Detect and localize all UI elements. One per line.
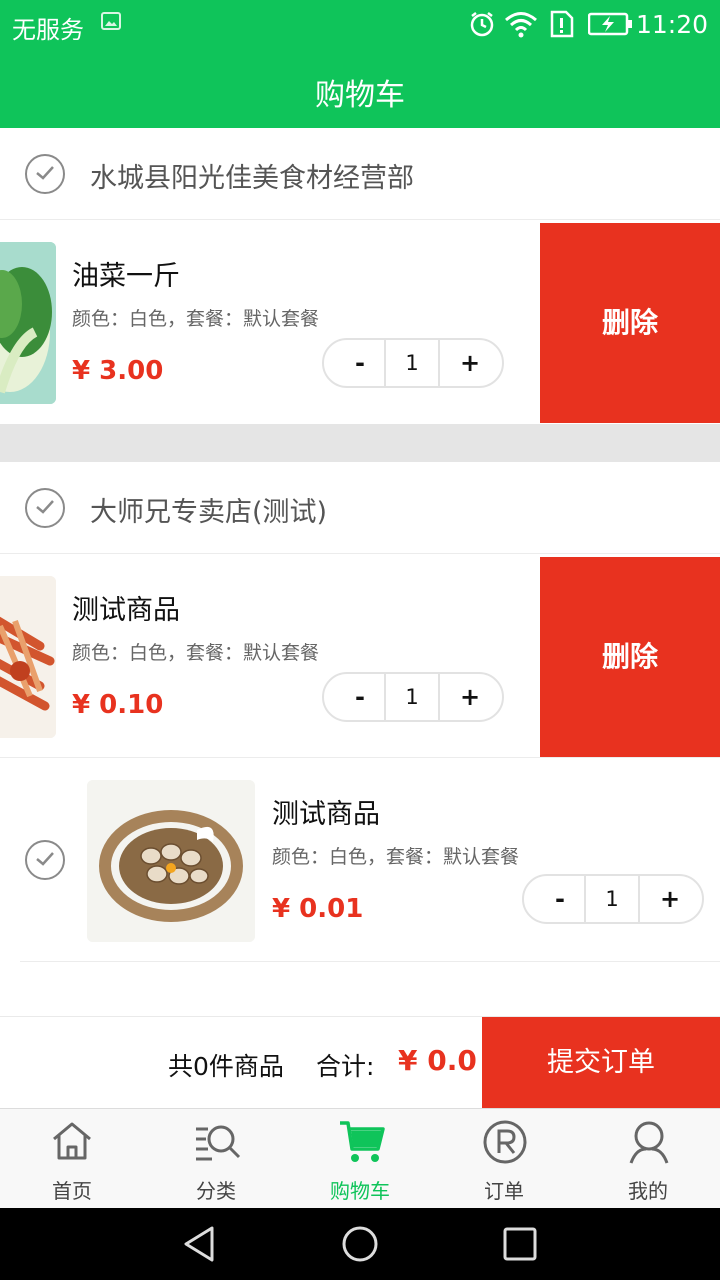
system-navigation-bar [0, 1208, 720, 1280]
quantity-stepper: - 1 + [322, 338, 504, 388]
store-header: 大师兄专卖店(测试) [0, 462, 720, 554]
decrease-button[interactable]: - [530, 876, 590, 922]
cart-item: 油菜一斤 颜色：白色，套餐：默认套餐 ¥ 3.00 - 1 + 删除 [0, 222, 720, 424]
product-spec: 颜色：白色，套餐：默认套餐 [72, 308, 320, 330]
delete-button[interactable]: 删除 [540, 223, 720, 423]
checkout-bar: 共0件商品 合计: ¥ 0.0 提交订单 [0, 1016, 720, 1109]
back-icon[interactable] [180, 1224, 220, 1268]
store-name: 大师兄专卖店(测试) [90, 497, 328, 528]
item-count: 共0件商品 [168, 1052, 284, 1081]
registered-icon [483, 1120, 527, 1164]
alarm-icon [468, 10, 496, 42]
product-spec: 颜色：白色，套餐：默认套餐 [72, 642, 320, 664]
item-select-checkbox[interactable] [25, 840, 65, 880]
tab-label: 分类 [196, 1179, 236, 1203]
page-title: 购物车 [315, 78, 405, 113]
decrease-button[interactable]: - [330, 340, 390, 386]
product-spec: 颜色：白色，套餐：默认套餐 [272, 846, 520, 868]
user-icon [629, 1121, 669, 1164]
wifi-icon [504, 10, 538, 42]
tab-label: 首页 [52, 1179, 92, 1203]
quantity-stepper: - 1 + [322, 672, 504, 722]
tab-label: 订单 [484, 1179, 524, 1203]
increase-button[interactable]: + [440, 674, 500, 720]
product-name: 测试商品 [72, 595, 180, 626]
tab-category[interactable]: 分类 [144, 1109, 288, 1209]
home-nav-icon[interactable] [340, 1224, 380, 1268]
image-notification-icon [100, 10, 122, 36]
status-bar: 无服务 11:20 [0, 0, 720, 50]
quantity-stepper: - 1 + [522, 874, 704, 924]
tab-orders[interactable]: 订单 [432, 1109, 576, 1209]
carrier-label: 无服务 [12, 16, 84, 44]
product-price: ¥ 3.00 [72, 356, 164, 386]
decrease-button[interactable]: - [330, 674, 390, 720]
product-image [0, 576, 56, 738]
store-name: 水城县阳光佳美食材经营部 [90, 163, 414, 194]
tab-mine[interactable]: 我的 [576, 1109, 720, 1209]
product-name: 油菜一斤 [72, 261, 180, 292]
product-name: 测试商品 [272, 799, 380, 830]
product-image [0, 242, 56, 404]
total-value: ¥ 0.0 [398, 1044, 477, 1077]
clock-time: 11:20 [635, 10, 708, 39]
tab-cart[interactable]: 购物车 [288, 1109, 432, 1209]
store-select-checkbox[interactable] [25, 488, 65, 528]
category-search-icon [196, 1125, 241, 1161]
store-select-checkbox[interactable] [25, 154, 65, 194]
product-price: ¥ 0.01 [272, 894, 364, 924]
cart-icon [340, 1121, 385, 1162]
home-icon [53, 1122, 91, 1160]
quantity-value[interactable]: 1 [384, 674, 440, 720]
cart-item: 测试商品 颜色：白色，套餐：默认套餐 ¥ 0.01 - 1 + [20, 760, 720, 962]
tab-label: 我的 [628, 1179, 668, 1203]
increase-button[interactable]: + [440, 340, 500, 386]
cart-item: 测试商品 颜色：白色，套餐：默认套餐 ¥ 0.10 - 1 + 删除 [0, 556, 720, 758]
increase-button[interactable]: + [640, 876, 700, 922]
tab-home[interactable]: 首页 [0, 1109, 144, 1209]
battery-charging-icon [587, 10, 634, 42]
quantity-value[interactable]: 1 [584, 876, 640, 922]
sim-alert-icon [548, 10, 576, 42]
section-divider [0, 424, 720, 462]
product-image [87, 780, 255, 942]
recents-icon[interactable] [502, 1226, 538, 1266]
total-label: 合计: [316, 1052, 375, 1081]
store-header: 水城县阳光佳美食材经营部 [0, 128, 720, 220]
bottom-tab-bar: 首页 分类 购物车 订单 我的 [0, 1108, 720, 1208]
product-price: ¥ 0.10 [72, 690, 164, 720]
submit-order-button[interactable]: 提交订单 [482, 1017, 720, 1109]
tab-label: 购物车 [330, 1179, 390, 1203]
quantity-value[interactable]: 1 [384, 340, 440, 386]
delete-button[interactable]: 删除 [540, 557, 720, 757]
title-bar: 购物车 [0, 50, 720, 128]
